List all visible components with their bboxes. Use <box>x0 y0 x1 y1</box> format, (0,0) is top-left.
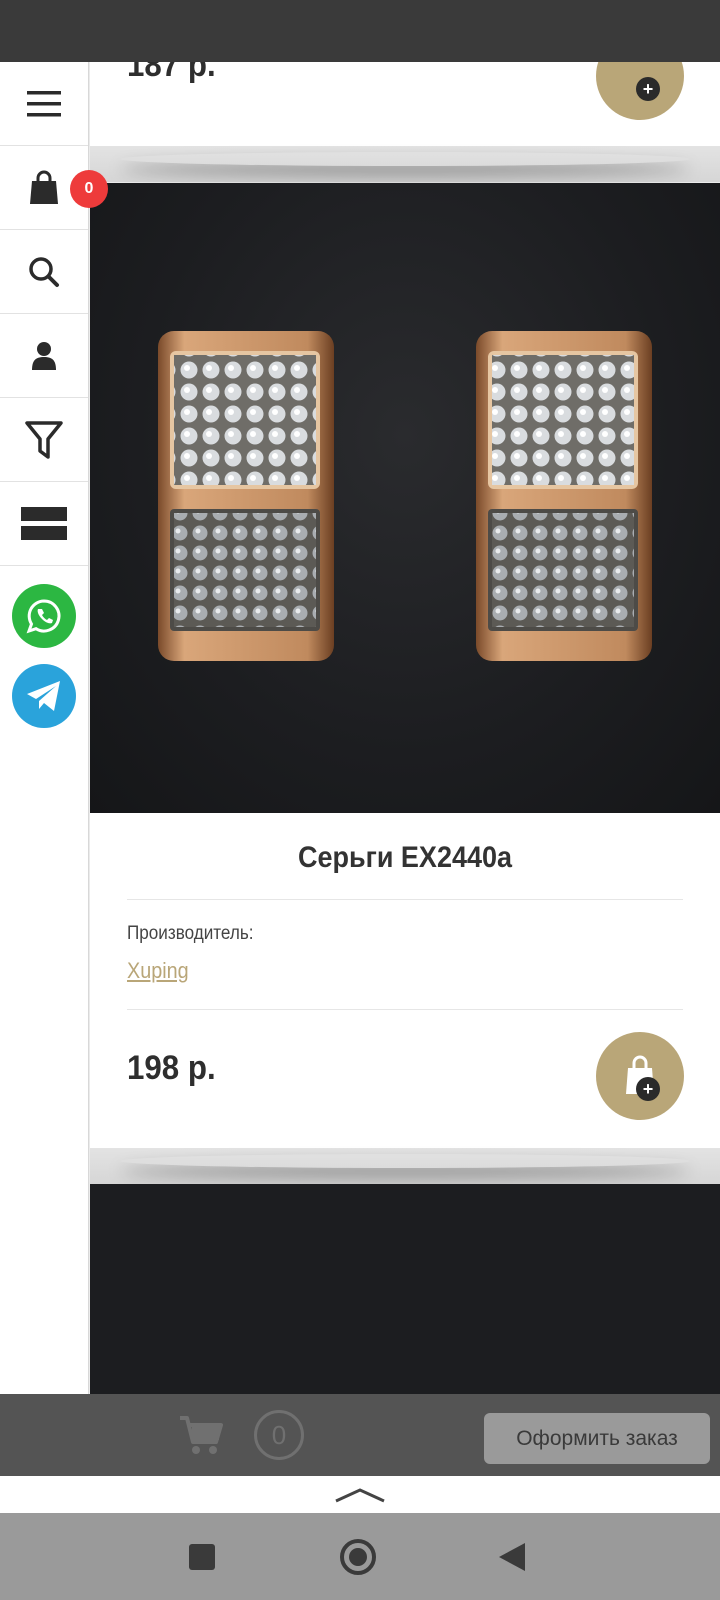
home-icon[interactable] <box>338 1537 378 1577</box>
telegram-button[interactable] <box>12 664 76 728</box>
checkout-button[interactable]: Оформить заказ <box>484 1413 710 1464</box>
product-title[interactable]: Серьги EX2440a <box>122 841 689 875</box>
divider <box>127 1009 683 1010</box>
account-button[interactable] <box>0 314 88 398</box>
shopping-bag-icon <box>30 170 58 204</box>
cart-badge: 0 <box>70 170 108 208</box>
filter-button[interactable] <box>0 398 88 482</box>
whatsapp-icon <box>26 599 61 634</box>
manufacturer-link[interactable]: Xuping <box>127 958 189 984</box>
filter-icon <box>25 420 63 459</box>
add-to-cart-button[interactable]: + <box>596 62 684 120</box>
add-to-cart-button[interactable]: + <box>596 1032 684 1120</box>
product-list: 187 р. + Серьги EX2440a Производитель: X… <box>90 62 720 1394</box>
list-view-icon <box>21 506 67 540</box>
back-icon[interactable] <box>497 1541 527 1573</box>
status-bar <box>0 0 720 62</box>
add-to-cart-icon: + <box>636 1077 660 1101</box>
product-price: 198 р. <box>127 1049 216 1087</box>
shopping-bag-icon <box>626 1055 654 1094</box>
card-separator <box>90 1148 720 1184</box>
earring-right <box>476 331 652 661</box>
user-icon <box>32 341 56 370</box>
chevron-up-icon <box>335 1488 385 1503</box>
sidebar: 0 <box>0 62 108 1394</box>
system-navigation-bar <box>0 1513 720 1600</box>
menu-icon <box>27 90 61 116</box>
search-button[interactable] <box>0 230 88 314</box>
earring-left <box>158 331 334 661</box>
scroll-to-top-bar[interactable] <box>0 1476 720 1513</box>
telegram-icon <box>27 681 60 711</box>
view-toggle-button[interactable] <box>0 482 88 566</box>
card-separator <box>90 146 720 182</box>
product-card: Серьги EX2440a Производитель: Xuping 198… <box>90 813 720 1148</box>
manufacturer-label: Производитель: <box>127 923 254 944</box>
next-product-image[interactable] <box>90 1184 720 1394</box>
product-image[interactable] <box>90 183 720 813</box>
cart-button[interactable]: 0 <box>0 146 108 230</box>
recent-apps-icon[interactable] <box>188 1543 216 1571</box>
cart-bar: 0 Оформить заказ <box>0 1394 720 1476</box>
cart-count: 0 <box>254 1410 304 1460</box>
menu-button[interactable] <box>0 62 88 146</box>
search-icon <box>29 256 59 287</box>
previous-product-card: 187 р. + <box>90 62 720 146</box>
divider <box>127 899 683 900</box>
earrings-photo <box>158 331 652 661</box>
add-to-cart-icon: + <box>636 77 660 101</box>
cart-icon[interactable] <box>178 1414 224 1456</box>
whatsapp-button[interactable] <box>12 584 76 648</box>
previous-product-price: 187 р. <box>127 62 216 84</box>
